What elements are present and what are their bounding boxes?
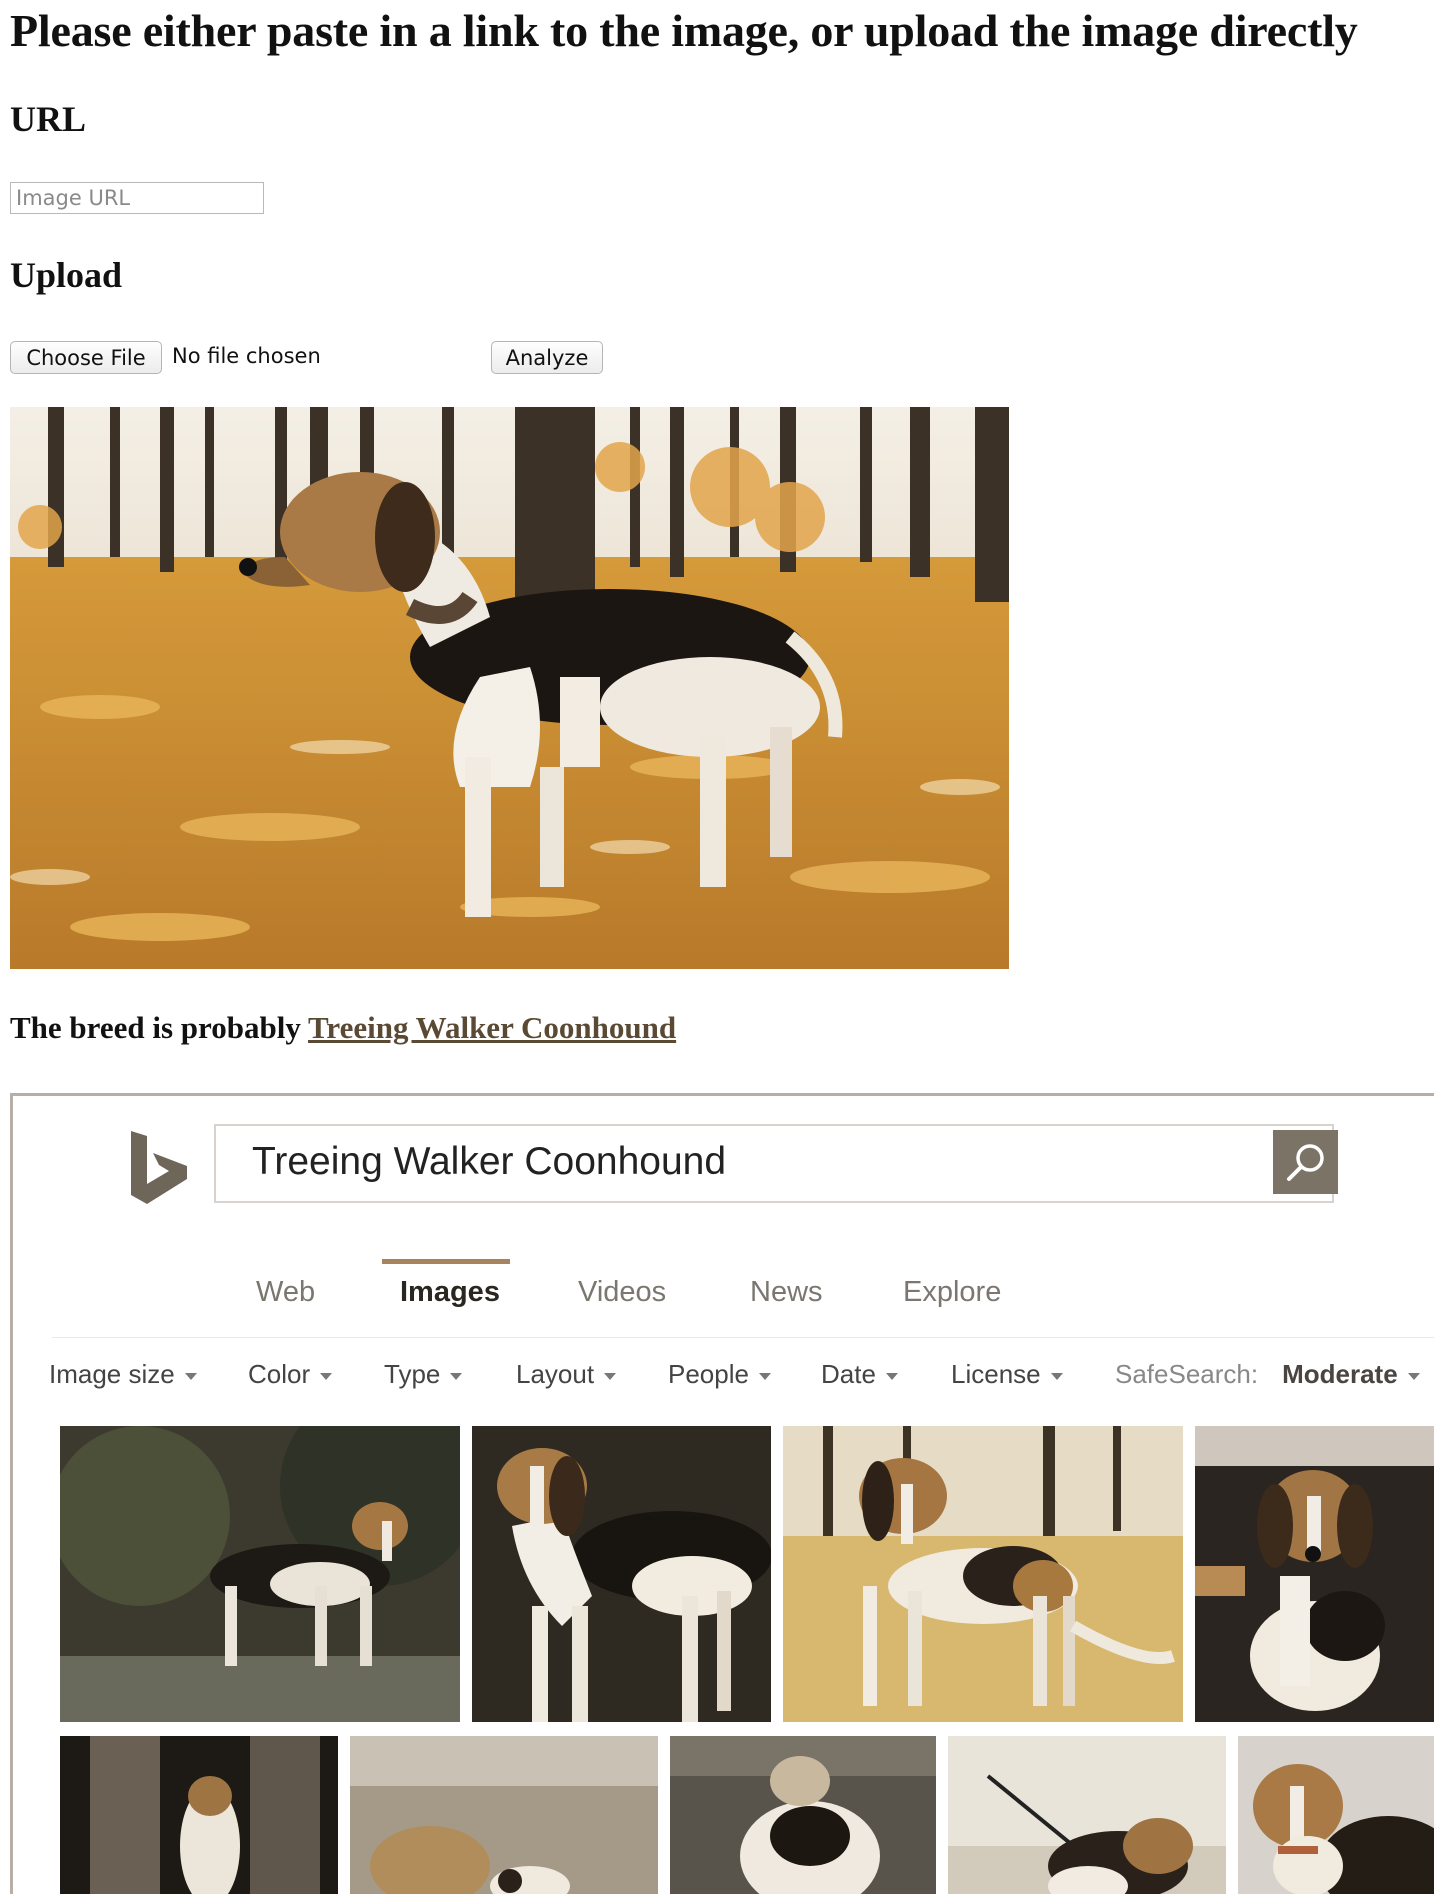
chevron-down-icon — [184, 1372, 197, 1380]
chevron-down-icon — [320, 1372, 333, 1380]
filter-type[interactable]: Type — [384, 1359, 463, 1390]
tab-news[interactable]: News — [750, 1276, 823, 1309]
chevron-down-icon — [885, 1372, 898, 1380]
filter-label: People — [668, 1359, 749, 1389]
chevron-down-icon — [1050, 1372, 1063, 1380]
choose-file-button[interactable]: Choose File — [10, 341, 162, 374]
filter-image-size[interactable]: Image size — [49, 1359, 197, 1390]
image-result-7[interactable] — [670, 1736, 936, 1894]
bing-results-frame: Treeing Walker Coonhound Web Images Vide… — [10, 1093, 1434, 1894]
tab-images[interactable]: Images — [400, 1276, 500, 1309]
breed-link[interactable]: Treeing Walker Coonhound — [308, 1010, 676, 1045]
breed-result: The breed is probably Treeing Walker Coo… — [10, 1010, 676, 1046]
filter-color[interactable]: Color — [248, 1359, 333, 1390]
upload-heading: Upload — [10, 255, 123, 295]
filter-label: Layout — [516, 1359, 595, 1389]
bing-logo-icon[interactable] — [129, 1129, 191, 1205]
tab-videos[interactable]: Videos — [578, 1276, 666, 1309]
image-result-8[interactable] — [948, 1736, 1226, 1894]
tab-web[interactable]: Web — [256, 1276, 315, 1309]
uploaded-dog-photo — [10, 407, 1009, 969]
safesearch-label: SafeSearch: — [1115, 1359, 1259, 1389]
image-result-1[interactable] — [60, 1426, 460, 1722]
image-result-9[interactable] — [1238, 1736, 1434, 1894]
image-result-3[interactable] — [783, 1426, 1183, 1722]
chevron-down-icon — [604, 1372, 617, 1380]
safesearch-filter[interactable]: SafeSearch: Moderate — [1115, 1359, 1420, 1390]
image-result-5[interactable] — [60, 1736, 338, 1894]
url-heading: URL — [10, 99, 87, 139]
filter-divider — [52, 1337, 1434, 1338]
filter-people[interactable]: People — [668, 1359, 771, 1390]
active-tab-indicator — [382, 1259, 510, 1264]
filter-label: Color — [248, 1359, 311, 1389]
search-box[interactable]: Treeing Walker Coonhound — [214, 1124, 1338, 1203]
image-result-6[interactable] — [350, 1736, 658, 1894]
safesearch-value: Moderate — [1282, 1359, 1398, 1389]
filter-license[interactable]: License — [951, 1359, 1063, 1390]
tab-explore[interactable]: Explore — [903, 1276, 1001, 1309]
image-result-2[interactable] — [472, 1426, 771, 1722]
search-button[interactable] — [1273, 1130, 1338, 1194]
result-prefix: The breed is probably — [10, 1010, 309, 1045]
page-title: Please either paste in a link to the ima… — [10, 5, 1358, 56]
search-icon — [1286, 1144, 1324, 1181]
file-status-text: No file chosen — [172, 344, 321, 368]
search-query-text[interactable]: Treeing Walker Coonhound — [252, 1140, 726, 1184]
filter-label: Image size — [49, 1359, 175, 1389]
chevron-down-icon — [450, 1372, 463, 1380]
analyze-button[interactable]: Analyze — [491, 341, 603, 374]
filter-label: Date — [821, 1359, 876, 1389]
filter-label: Type — [384, 1359, 441, 1389]
image-url-input[interactable] — [10, 182, 264, 214]
chevron-down-icon — [1407, 1372, 1420, 1380]
filter-label: License — [951, 1359, 1041, 1389]
image-result-4[interactable] — [1195, 1426, 1434, 1722]
filter-date[interactable]: Date — [821, 1359, 898, 1390]
filter-layout[interactable]: Layout — [516, 1359, 617, 1390]
chevron-down-icon — [758, 1372, 771, 1380]
